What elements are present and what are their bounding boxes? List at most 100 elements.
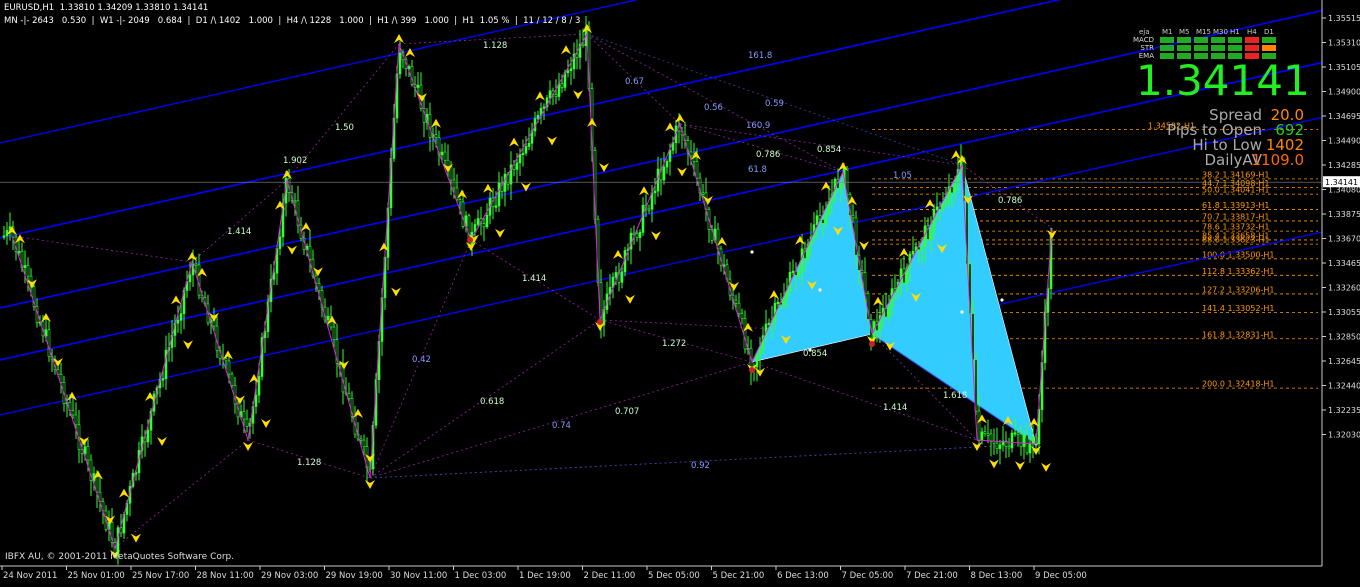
current-price-tag: 1.34141 — [1325, 178, 1358, 187]
fib-level-label: 161.8 1.32831-H1 — [1202, 330, 1275, 339]
candle-body — [176, 320, 180, 324]
candle-body — [950, 186, 954, 194]
time-tick-label: 25 Nov 01:00 — [68, 571, 125, 581]
pattern-ratio-label: 0.74 — [552, 421, 571, 431]
candle-body — [446, 159, 450, 167]
signal-cell — [1160, 45, 1174, 51]
candle-body — [797, 271, 801, 276]
candle-body — [515, 162, 519, 170]
candle-body — [461, 201, 465, 227]
candle-body — [785, 291, 789, 299]
pattern-ratio-label: 0.786 — [998, 196, 1022, 206]
candle-body — [440, 151, 444, 156]
candle-body — [452, 179, 456, 189]
candle-body — [1031, 436, 1035, 444]
price-chart[interactable]: 1.34582-H1 38.2 1.34169-H1 44.7 1.34098-H1… — [0, 0, 1360, 583]
price-tick-label: 1.34900 — [1328, 88, 1360, 97]
candle-body — [2, 235, 6, 238]
candle-body — [179, 313, 183, 321]
candle-body — [911, 251, 915, 255]
candle-body — [782, 298, 786, 306]
time-tick-label: 1 Dec 03:00 — [455, 571, 507, 581]
price-tick-label: 1.33875 — [1328, 210, 1360, 219]
candle-body — [941, 203, 945, 210]
candle-body — [554, 94, 558, 97]
time-tick-label: 9 Dec 05:00 — [1035, 571, 1087, 581]
candle-body — [614, 272, 618, 278]
pattern-vertex-dot — [1000, 298, 1004, 302]
candle-body — [641, 204, 645, 233]
price-tick-label: 1.33670 — [1328, 235, 1360, 244]
candle-body — [737, 302, 741, 314]
time-tick-label: 7 Dec 21:00 — [906, 571, 958, 581]
candle-body — [308, 245, 312, 260]
signal-cell — [1194, 37, 1208, 43]
price-tick-label: 1.33260 — [1328, 284, 1360, 293]
candle-body — [524, 146, 528, 154]
indicator-dashboard: eja M1 M5 M15 M30 H1 H4 D1 MACD STR EMA 1.34141 Sp… — [1126, 24, 1326, 174]
fib-level-label: 78.6 1.33732-H1 — [1202, 223, 1269, 232]
candle-body — [953, 183, 957, 194]
candle-body — [635, 233, 639, 238]
candle-body — [569, 68, 573, 72]
candle-body — [536, 115, 540, 119]
candle-body — [701, 192, 705, 195]
candle-body — [230, 373, 234, 386]
candle-body — [278, 236, 282, 249]
signal-cell — [1262, 37, 1276, 43]
candle-body — [668, 149, 672, 162]
candle-body — [620, 271, 624, 283]
candle-body — [944, 200, 948, 205]
price-tick-label: 1.33465 — [1328, 259, 1360, 268]
pattern-ratio-label: 161.8 — [748, 51, 772, 61]
pattern-ratio-label: 1.414 — [883, 403, 907, 413]
candle-body — [824, 213, 828, 224]
candle-body — [293, 200, 297, 203]
candle-body — [932, 209, 936, 232]
candle-body — [977, 410, 981, 441]
candle-body — [476, 218, 480, 225]
candle-body — [44, 329, 48, 337]
candle-body — [758, 348, 762, 356]
price-tick-label: 1.34695 — [1328, 112, 1360, 121]
pattern-pivot-marker — [467, 237, 473, 243]
candle-body — [815, 215, 819, 225]
candle-body — [197, 264, 201, 296]
candle-body — [1019, 433, 1023, 447]
pattern-vertex-dot — [960, 310, 964, 314]
fib-level-label: 100.0 1.33500-H1 — [1202, 250, 1275, 259]
candle-body — [497, 182, 501, 207]
pattern-ratio-label: 1.128 — [297, 458, 321, 468]
candle-body — [161, 378, 165, 381]
signal-cell — [1245, 37, 1259, 43]
indicator-row-label: STR — [1140, 44, 1154, 52]
pattern-ratio-label: 0.854 — [803, 349, 827, 359]
candle-body — [503, 173, 507, 192]
price-tick-label: 1.32030 — [1328, 431, 1360, 440]
signal-cell — [1194, 45, 1208, 51]
candle-body — [257, 376, 261, 396]
pattern-ratio-label: 0.92 — [691, 461, 710, 471]
candle-body — [995, 442, 999, 449]
pattern-ratio-label: 0.56 — [704, 103, 723, 113]
candle-body — [416, 84, 420, 88]
chart-header-ohlc: EURUSD,H1 1.33810 1.34209 1.33810 1.3414… — [4, 3, 209, 13]
price-tick-label: 1.32235 — [1328, 406, 1360, 415]
fib-level-label: 88.6 1.33623-H1 — [1202, 236, 1269, 245]
time-tick-label: 28 Nov 11:00 — [197, 571, 254, 581]
candle-body — [929, 230, 933, 240]
candle-body — [665, 161, 669, 168]
candle-body — [566, 70, 570, 73]
candle-body — [851, 215, 855, 219]
candle-body — [74, 414, 78, 426]
candle-body — [482, 223, 486, 228]
timeframe-header: H1 — [1230, 28, 1240, 36]
fib-level-label: 61.8 1.33913-H1 — [1202, 201, 1269, 210]
price-tick-label: 1.34490 — [1328, 137, 1360, 146]
candle-body — [1007, 446, 1011, 449]
candle-body — [647, 208, 651, 211]
signal-cell — [1245, 45, 1259, 51]
candle-body — [935, 206, 939, 211]
pattern-ratio-label: 0.707 — [615, 407, 639, 417]
candle-body — [734, 299, 738, 304]
